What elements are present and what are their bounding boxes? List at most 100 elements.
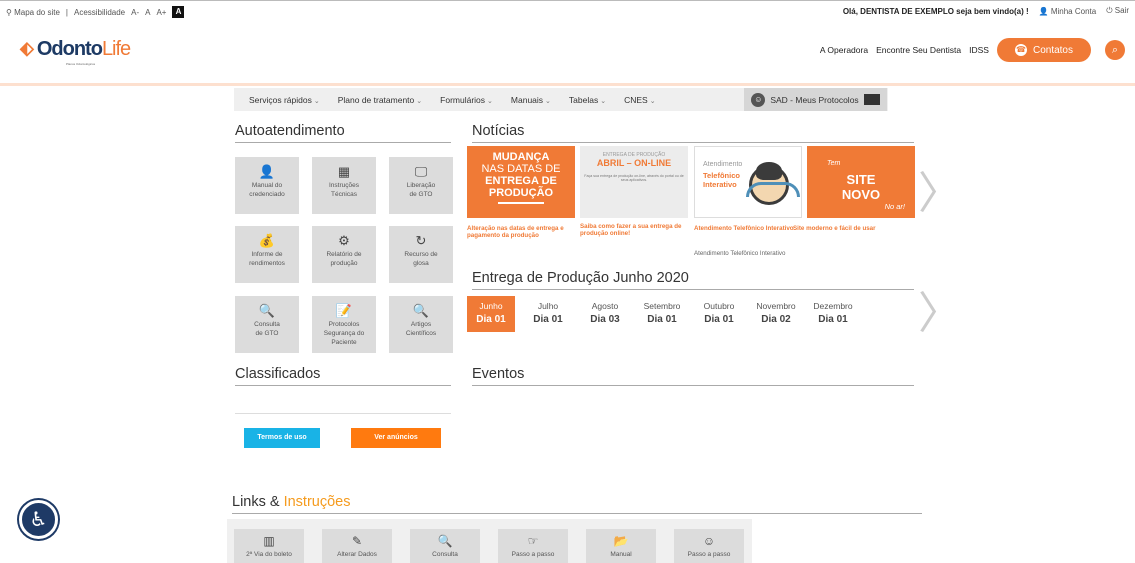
entrega-month-setembro[interactable]: Setembro Dia 01 xyxy=(638,296,686,332)
day-label: Dia 01 xyxy=(476,313,506,325)
month-label: Agosto xyxy=(591,301,619,311)
tile-label: produção xyxy=(330,259,358,267)
logo-name: OdontoLife xyxy=(37,38,131,61)
link-tile-alterar-dados[interactable]: ✎ Alterar Dados xyxy=(322,529,392,563)
sitemap-link[interactable]: ⚲ Mapa do site xyxy=(6,8,60,17)
entrega-month-novembro[interactable]: Novembro Dia 02 xyxy=(752,296,800,332)
link-tile-label: 2ª Via do boleto xyxy=(246,551,292,558)
news-caption[interactable]: Saiba como fazer a sua entrega de produç… xyxy=(580,223,692,238)
font-decrease-button[interactable]: A- xyxy=(131,8,139,17)
accessibility-widget-icon[interactable]: ♿ xyxy=(19,500,58,539)
link-tile-passo-a-passo-2[interactable]: ☺ Passo a passo xyxy=(674,529,744,563)
search-document-icon: 🔍 xyxy=(258,303,276,318)
tile-label: Técnicas xyxy=(330,190,357,198)
accessibility-link[interactable]: Acessibilidade xyxy=(74,8,125,17)
tile-recurso-glosa[interactable]: ↻ Recurso de glosa xyxy=(389,226,453,283)
tile-consulta-gto[interactable]: 🔍 Consulta de GTO xyxy=(235,296,299,353)
high-contrast-button[interactable]: A xyxy=(172,6,185,18)
logo-tagline: Planos Odontológicos xyxy=(66,62,96,66)
location-pin-icon: ⚲ xyxy=(6,7,12,17)
logout-link[interactable]: ⏻ Sair xyxy=(1106,6,1129,16)
monitor-icon: 🖵 xyxy=(414,164,428,179)
contatos-button[interactable]: ☎ Contatos xyxy=(996,38,1091,62)
menu-label: Manuais xyxy=(510,94,544,105)
main-nav: A Operadora Encontre Seu Dentista IDSS ☎… xyxy=(820,38,1125,62)
entrega-month-junho[interactable]: Junho Dia 01 xyxy=(467,296,515,332)
logo-name-suffix: Life xyxy=(101,38,131,60)
menu-manuais[interactable]: Manuais ⌄ xyxy=(502,95,560,105)
menu-label: Tabelas xyxy=(568,94,599,105)
hand-pointer-icon: ☞ xyxy=(527,534,539,548)
menu-cnes[interactable]: CNES ⌄ xyxy=(615,95,665,105)
search-document-icon: 🔍 xyxy=(437,534,453,548)
tile-informe-rendimentos[interactable]: 💰 Informe de rendimentos xyxy=(235,226,299,283)
entrega-next-arrow-icon[interactable]: 〉 xyxy=(918,292,962,336)
tile-label: credenciado xyxy=(249,190,285,198)
tile-relatorio-producao[interactable]: ⚙ Relatório de produção xyxy=(312,226,376,283)
tile-liberacao-gto[interactable]: 🖵 Liberação de GTO xyxy=(389,157,453,214)
entrega-month-agosto[interactable]: Agosto Dia 03 xyxy=(581,296,629,332)
links-title-text: Links & xyxy=(232,494,284,510)
entrega-month-outubro[interactable]: Outubro Dia 01 xyxy=(695,296,743,332)
font-increase-button[interactable]: A+ xyxy=(156,8,166,17)
font-normal-button[interactable]: A xyxy=(145,8,150,17)
menu-formularios[interactable]: Formulários ⌄ xyxy=(431,95,502,105)
menu-plano-tratamento[interactable]: Plano de tratamento ⌄ xyxy=(329,95,431,105)
entrega-month-dezembro[interactable]: Dezembro Dia 01 xyxy=(809,296,857,332)
news-banner-text: Telefônico Interativo xyxy=(703,171,740,190)
sad-protocolos-button[interactable]: ☺ SAD - Meus Protocolos xyxy=(744,88,887,111)
odontolife-logo[interactable]: ⬖ OdontoLife Planos Odontológicos xyxy=(20,38,131,66)
nav-operadora[interactable]: A Operadora xyxy=(820,45,868,55)
link-tile-boleto[interactable]: ▥ 2ª Via do boleto xyxy=(234,529,304,563)
termos-de-uso-button[interactable]: Termos de uso xyxy=(244,428,320,448)
ver-anuncios-button[interactable]: Ver anúncios xyxy=(351,428,441,448)
link-tile-manual[interactable]: 📂 Manual xyxy=(586,529,656,563)
logo-mark-icon: ⬖ xyxy=(20,38,34,58)
chevron-down-icon: ⌄ xyxy=(649,97,656,105)
envelope-icon xyxy=(863,94,880,105)
my-account-link[interactable]: 👤 Minha Conta xyxy=(1039,7,1097,16)
tile-artigos-cientificos[interactable]: 🔍 Artigos Científicos xyxy=(389,296,453,353)
chevron-down-icon: ⌄ xyxy=(600,97,607,105)
news-caption[interactable]: Alteração nas datas de entrega e pagamen… xyxy=(467,225,579,240)
news-banner-text: Atendimento xyxy=(703,161,743,168)
headset-icon: ☎ xyxy=(1014,44,1027,56)
news-next-arrow-icon[interactable]: 〉 xyxy=(918,172,962,216)
divider xyxy=(235,413,451,414)
menu-servicos-rapidos[interactable]: Serviços rápidos ⌄ xyxy=(240,95,329,105)
menu-label: Serviços rápidos xyxy=(249,94,312,105)
tile-label: rendimentos xyxy=(249,259,285,267)
entrega-month-julho[interactable]: Julho Dia 01 xyxy=(524,296,572,332)
news-card-abril-online[interactable]: ENTREGA DE PRODUÇÃO ABRIL – ON-LINE Faça… xyxy=(580,146,688,218)
power-icon: ⏻ xyxy=(1106,6,1113,15)
tile-label: Instruções xyxy=(329,182,359,189)
link-tile-passo-a-passo-1[interactable]: ☞ Passo a passo xyxy=(498,529,568,563)
nav-encontre-dentista[interactable]: Encontre Seu Dentista xyxy=(876,45,961,55)
day-label: Dia 01 xyxy=(818,313,848,325)
link-tile-consulta[interactable]: 🔍 Consulta xyxy=(410,529,480,563)
news-caption[interactable]: Atendimento Telefônico Interativo xyxy=(694,225,794,232)
news-banner-text: PRODUÇÃO xyxy=(488,187,554,199)
tile-manual-credenciado[interactable]: 👤 Manual do credenciado xyxy=(235,157,299,214)
menu-label: CNES xyxy=(624,94,648,105)
tile-instrucoes-tecnicas[interactable]: ▦ Instruções Técnicas xyxy=(312,157,376,214)
news-caption[interactable]: Site moderno e fácil de usar xyxy=(793,225,905,232)
dentist-icon: ☺ xyxy=(751,92,766,107)
news-card-mudanca[interactable]: MUDANÇA NAS DATAS DE ENTREGA DE PRODUÇÃO xyxy=(467,146,575,218)
news-banner-text: NAS DATAS DE xyxy=(481,163,561,175)
tile-protocolos-seguranca[interactable]: 📝 Protocolos Segurança do Paciente xyxy=(312,296,376,353)
day-label: Dia 01 xyxy=(533,313,563,325)
tile-label: Consulta xyxy=(254,321,280,328)
search-icon[interactable]: ⌕ xyxy=(1105,40,1125,60)
menu-tabelas[interactable]: Tabelas ⌄ xyxy=(560,95,615,105)
link-tile-label: Consulta xyxy=(432,551,458,558)
news-banner-text: No ar! xyxy=(884,202,905,211)
banner-underline xyxy=(498,202,544,204)
news-card-atendimento[interactable]: Atendimento Telefônico Interativo xyxy=(694,146,802,218)
links-title-highlight: Instruções xyxy=(283,494,351,510)
news-card-site-novo[interactable]: Tem SITE NOVO No ar! xyxy=(807,146,915,218)
news-banner-text: ABRIL – ON-LINE xyxy=(596,158,672,168)
user-icon: 👤 xyxy=(258,164,276,179)
news-banner-text: SITE xyxy=(846,172,876,187)
nav-idss[interactable]: IDSS xyxy=(969,45,989,55)
